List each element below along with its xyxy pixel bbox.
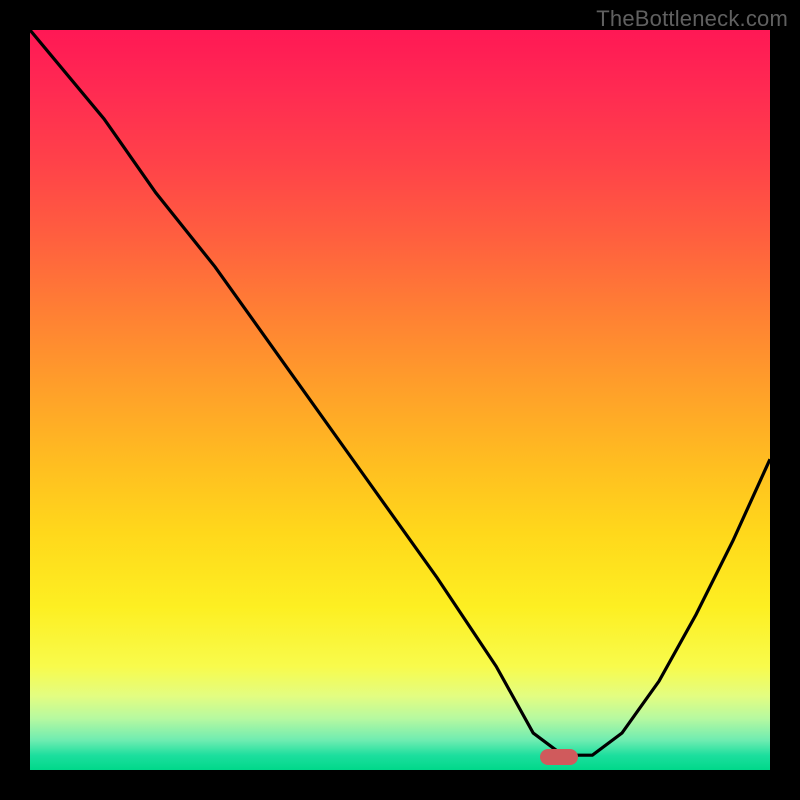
chart-container: TheBottleneck.com: [0, 0, 800, 800]
watermark-text: TheBottleneck.com: [596, 6, 788, 32]
plot-area: [30, 30, 770, 770]
bottleneck-curve: [30, 30, 770, 755]
curve-svg: [30, 30, 770, 770]
optimal-marker: [540, 749, 578, 765]
